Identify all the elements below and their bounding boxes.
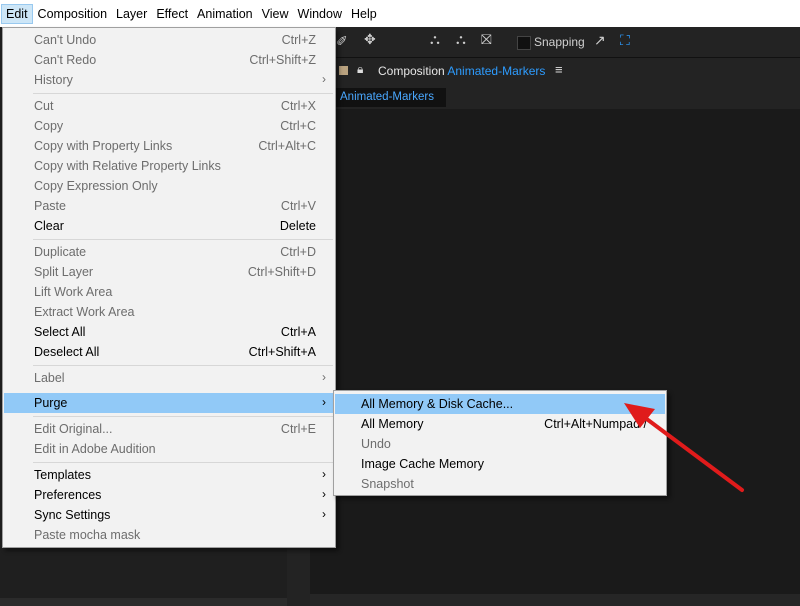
- menu-separator: [33, 416, 333, 417]
- menu-item-select-all[interactable]: Select All Ctrl+A: [4, 322, 334, 342]
- submenu-item-all-memory-disk-cache[interactable]: All Memory & Disk Cache...: [335, 394, 665, 414]
- menu-layer[interactable]: Layer: [112, 4, 151, 24]
- menu-item-templates[interactable]: Templates ›: [4, 465, 334, 485]
- menu-separator: [33, 365, 333, 366]
- menu-item-lift-work-area[interactable]: Lift Work Area: [4, 282, 334, 302]
- menu-item-edit-original[interactable]: Edit Original... Ctrl+E: [4, 419, 334, 439]
- menu-bar: Edit Composition Layer Effect Animation …: [0, 0, 800, 27]
- menu-item-history[interactable]: History ›: [4, 70, 334, 90]
- menu-help[interactable]: Help: [347, 4, 381, 24]
- submenu-arrow-icon: ›: [322, 395, 326, 409]
- purge-submenu: All Memory & Disk Cache... All Memory Ctr…: [333, 390, 667, 496]
- menu-composition[interactable]: Composition: [34, 4, 111, 24]
- puppet-pin-icon[interactable]: ⛬: [430, 31, 440, 48]
- menu-item-paste-mocha-mask[interactable]: Paste mocha mask: [4, 525, 334, 545]
- submenu-arrow-icon: ›: [322, 370, 326, 384]
- menu-item-copy[interactable]: Copy Ctrl+C: [4, 116, 334, 136]
- submenu-item-snapshot[interactable]: Snapshot: [335, 474, 665, 494]
- menu-item-sync-settings[interactable]: Sync Settings ›: [4, 505, 334, 525]
- submenu-item-all-memory[interactable]: All Memory Ctrl+Alt+Numpad /: [335, 414, 665, 434]
- menu-effect[interactable]: Effect: [152, 4, 192, 24]
- brush-tool-icon[interactable]: ✐: [336, 33, 348, 50]
- menu-window[interactable]: Window: [294, 4, 346, 24]
- menu-item-extract-work-area[interactable]: Extract Work Area: [4, 302, 334, 322]
- submenu-arrow-icon: ›: [322, 487, 326, 501]
- lock-icon[interactable]: 🔒︎: [357, 62, 363, 77]
- menu-item-cant-undo[interactable]: Can't Undo Ctrl+Z: [4, 30, 334, 50]
- menu-item-purge[interactable]: Purge ›: [4, 393, 334, 413]
- submenu-arrow-icon: ›: [322, 72, 326, 86]
- menu-item-copy-expression-only[interactable]: Copy Expression Only: [4, 176, 334, 196]
- puppet-starch-icon[interactable]: ⛬: [456, 31, 466, 48]
- composition-tab[interactable]: Animated-Markers: [335, 88, 446, 107]
- snap-edges-icon[interactable]: ↗: [594, 32, 606, 49]
- menu-item-deselect-all[interactable]: Deselect All Ctrl+Shift+A: [4, 342, 334, 362]
- menu-edit[interactable]: Edit: [1, 3, 33, 24]
- menu-item-cut[interactable]: Cut Ctrl+X: [4, 96, 334, 116]
- menu-animation[interactable]: Animation: [193, 4, 257, 24]
- menu-separator: [33, 462, 333, 463]
- menu-item-clear[interactable]: Clear Delete: [4, 216, 334, 236]
- puppet-overlap-icon[interactable]: ⛝: [481, 31, 492, 48]
- viewer-controls-bar: [310, 594, 800, 606]
- snapping-label: Snapping: [534, 35, 585, 49]
- menu-view[interactable]: View: [258, 4, 293, 24]
- menu-item-copy-property-links[interactable]: Copy with Property Links Ctrl+Alt+C: [4, 136, 334, 156]
- menu-item-preferences[interactable]: Preferences ›: [4, 485, 334, 505]
- submenu-arrow-icon: ›: [322, 467, 326, 481]
- composition-panel-title: Composition Animated-Markers: [378, 64, 546, 78]
- menu-item-copy-relative-links[interactable]: Copy with Relative Property Links: [4, 156, 334, 176]
- menu-item-split-layer[interactable]: Split Layer Ctrl+Shift+D: [4, 262, 334, 282]
- menu-item-duplicate[interactable]: Duplicate Ctrl+D: [4, 242, 334, 262]
- menu-item-edit-in-audition[interactable]: Edit in Adobe Audition: [4, 439, 334, 459]
- project-panel-footer: [0, 598, 287, 606]
- panel-color-swatch: [339, 66, 348, 75]
- snap-features-icon[interactable]: ⛶: [620, 32, 630, 49]
- composition-viewer[interactable]: [310, 109, 800, 594]
- menu-item-paste[interactable]: Paste Ctrl+V: [4, 196, 334, 216]
- submenu-arrow-icon: ›: [322, 507, 326, 521]
- submenu-item-image-cache-memory[interactable]: Image Cache Memory: [335, 454, 665, 474]
- menu-separator: [33, 93, 333, 94]
- menu-item-label[interactable]: Label ›: [4, 368, 334, 388]
- snapping-checkbox[interactable]: [517, 36, 531, 50]
- menu-separator: [33, 239, 333, 240]
- pin-tool-icon[interactable]: ✥: [364, 31, 376, 48]
- menu-item-cant-redo[interactable]: Can't Redo Ctrl+Shift+Z: [4, 50, 334, 70]
- edit-dropdown-menu: Can't Undo Ctrl+Z Can't Redo Ctrl+Shift+Z …: [2, 27, 336, 548]
- submenu-item-undo[interactable]: Undo: [335, 434, 665, 454]
- panel-menu-icon[interactable]: ≡: [555, 62, 563, 77]
